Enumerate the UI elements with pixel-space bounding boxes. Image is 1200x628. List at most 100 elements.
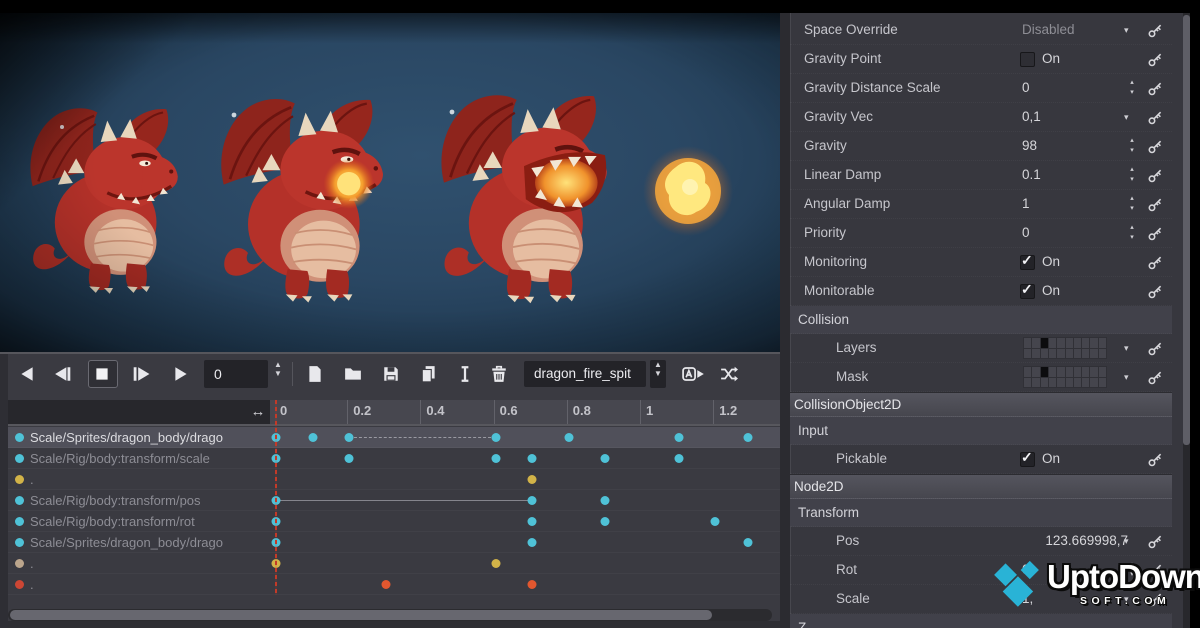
keying-icon[interactable] <box>1148 197 1163 212</box>
property-value[interactable]: 98 <box>1022 138 1037 153</box>
position-spinner[interactable]: ▲▼ <box>270 360 286 388</box>
value-spinner[interactable]: ▴▾ <box>1126 136 1138 156</box>
track-row-2[interactable]: Scale/Rig/body:transform/scale <box>8 448 780 469</box>
layer-cell[interactable] <box>1090 349 1097 359</box>
inspector-row-z[interactable]: Z <box>790 614 1172 628</box>
layer-cell[interactable] <box>1066 349 1073 359</box>
playhead[interactable] <box>275 400 277 595</box>
keying-icon[interactable] <box>1148 52 1163 67</box>
keyframe[interactable] <box>528 454 537 463</box>
keying-icon[interactable] <box>1148 452 1163 467</box>
keyframe[interactable] <box>345 454 354 463</box>
keyframe[interactable] <box>491 433 500 442</box>
play-backwards-button[interactable] <box>14 361 40 387</box>
layer-cell[interactable] <box>1074 338 1081 348</box>
layer-cell[interactable] <box>1024 367 1031 377</box>
layer-cell[interactable] <box>1082 338 1089 348</box>
layer-cell[interactable] <box>1024 378 1031 388</box>
property-value[interactable]: 1 <box>1022 196 1030 211</box>
dropdown-arrow-icon[interactable]: ▾ <box>1124 112 1129 123</box>
keying-icon[interactable] <box>1148 168 1163 183</box>
inspector-row-input[interactable]: Input <box>790 417 1172 445</box>
layer-cell[interactable] <box>1057 367 1064 377</box>
keyframe[interactable] <box>601 454 610 463</box>
property-checkbox[interactable]: ✓ <box>1020 284 1035 299</box>
layer-cell[interactable] <box>1066 378 1073 388</box>
keyframe[interactable] <box>491 454 500 463</box>
property-value[interactable]: 1, <box>1022 591 1033 606</box>
layer-cell[interactable] <box>1057 349 1064 359</box>
play-backwards-from-end-button[interactable] <box>50 361 76 387</box>
dropdown-arrow-icon[interactable]: ▾ <box>1124 343 1129 354</box>
layer-cell[interactable] <box>1049 367 1056 377</box>
value-spinner[interactable]: ▴▾ <box>1126 165 1138 185</box>
layer-cell[interactable] <box>1066 338 1073 348</box>
duplicate-animation-button[interactable] <box>416 361 442 387</box>
viewport-canvas[interactable] <box>0 13 780 352</box>
layer-cell[interactable] <box>1099 378 1106 388</box>
keying-icon[interactable] <box>1148 534 1163 549</box>
layer-cell[interactable] <box>1099 338 1106 348</box>
inspector-row-monitorable[interactable]: Monitorable✓On <box>790 277 1172 306</box>
inspector-vscrollbar-thumb[interactable] <box>1183 15 1190 445</box>
layer-cell[interactable] <box>1082 367 1089 377</box>
dropdown-arrow-icon[interactable]: ▾ <box>1124 372 1129 383</box>
rename-animation-button[interactable] <box>452 361 478 387</box>
track-row-7[interactable]: . <box>8 553 780 574</box>
property-value[interactable]: 0 <box>1022 80 1030 95</box>
layer-cell[interactable] <box>1074 349 1081 359</box>
layer-cell[interactable] <box>1057 338 1064 348</box>
track-row-5[interactable]: Scale/Rig/body:transform/rot <box>8 511 780 532</box>
keying-icon[interactable] <box>1148 563 1163 578</box>
keyframe[interactable] <box>528 538 537 547</box>
dropdown-arrow-icon[interactable]: ▾ <box>1124 25 1129 36</box>
inspector-row-angular-damp[interactable]: Angular Damp1▴▾ <box>790 190 1172 219</box>
delete-animation-button[interactable] <box>486 361 512 387</box>
inspector-row-collisionobject2d[interactable]: CollisionObject2D <box>790 392 1172 417</box>
keyframe[interactable] <box>601 496 610 505</box>
keying-icon[interactable] <box>1148 226 1163 241</box>
layer-cell[interactable] <box>1090 378 1097 388</box>
property-value[interactable]: 0 <box>1022 225 1030 240</box>
layer-cell[interactable] <box>1057 378 1064 388</box>
keying-icon[interactable] <box>1148 255 1163 270</box>
layer-grid[interactable] <box>1023 337 1107 359</box>
animation-select-spinner[interactable]: ▲▼ <box>650 360 666 388</box>
inspector-row-linear-damp[interactable]: Linear Damp0.1▴▾ <box>790 161 1172 190</box>
property-checkbox[interactable]: ✓ <box>1020 452 1035 467</box>
property-value[interactable]: 0,1 <box>1022 109 1041 124</box>
track-row-8[interactable]: . <box>8 574 780 595</box>
property-checkbox[interactable] <box>1020 52 1035 67</box>
save-animation-button[interactable] <box>378 361 404 387</box>
keying-icon[interactable] <box>1148 341 1163 356</box>
layer-cell[interactable] <box>1041 349 1048 359</box>
property-value[interactable]: Disabled <box>1022 22 1075 37</box>
inspector-row-node2d[interactable]: Node2D <box>790 474 1172 499</box>
layer-cell[interactable] <box>1082 378 1089 388</box>
track-row-4[interactable]: Scale/Rig/body:transform/pos <box>8 490 780 511</box>
track-row-1[interactable]: Scale/Sprites/dragon_body/drago <box>8 427 780 448</box>
keying-icon[interactable] <box>1148 592 1163 607</box>
dropdown-arrow-icon[interactable]: ▾ <box>1124 594 1129 605</box>
layer-cell[interactable] <box>1024 349 1031 359</box>
keyframe[interactable] <box>491 559 500 568</box>
inspector-row-pickable[interactable]: Pickable✓On <box>790 445 1172 474</box>
layer-cell[interactable] <box>1049 338 1056 348</box>
play-from-start-button[interactable] <box>128 361 154 387</box>
inspector-row-gravity[interactable]: Gravity98▴▾ <box>790 132 1172 161</box>
layer-cell[interactable] <box>1049 378 1056 388</box>
keyframe[interactable] <box>528 475 537 484</box>
keying-icon[interactable] <box>1148 284 1163 299</box>
timeline-ruler[interactable]: 00.20.40.60.811.2 <box>270 400 780 424</box>
timeline-hscrollbar[interactable] <box>8 609 772 621</box>
timeline-zoom-icon[interactable]: ↔ <box>246 400 270 424</box>
layer-cell[interactable] <box>1074 367 1081 377</box>
keying-icon[interactable] <box>1148 110 1163 125</box>
layer-cell[interactable] <box>1032 367 1039 377</box>
load-animation-button[interactable] <box>340 361 366 387</box>
property-value[interactable]: 0.1 <box>1022 167 1041 182</box>
layer-cell[interactable] <box>1090 367 1097 377</box>
keyframe[interactable] <box>528 496 537 505</box>
inspector-row-pos[interactable]: Pos123.669998,7▾ <box>790 527 1172 556</box>
value-spinner[interactable]: ▴▾ <box>1126 194 1138 214</box>
